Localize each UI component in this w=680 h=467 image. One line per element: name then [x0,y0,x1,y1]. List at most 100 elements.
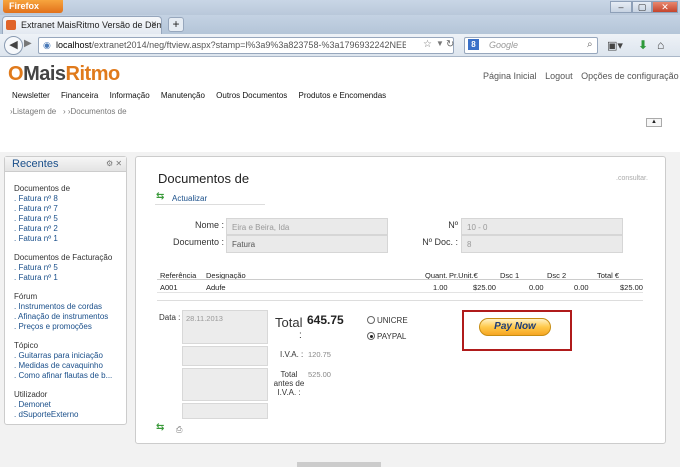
nome-label: Nome : [194,220,224,230]
sidebar-item[interactable]: . Fatura nº 5 [14,214,70,224]
link-home[interactable]: Página Inicial [483,71,537,81]
home-icon[interactable]: ⌂ [657,38,664,52]
divider [157,300,643,301]
reload-icon[interactable]: ↻ [446,39,454,50]
collapse-header-button[interactable]: ▲ [646,118,662,127]
documento-field: Fatura [226,235,388,253]
search-engine-icon[interactable]: 8 [468,39,479,50]
minimize-button[interactable]: – [610,1,632,13]
empty-box [182,403,268,419]
documento-label: Documento : [172,237,224,247]
table-cell-referencia: A001 [160,283,178,292]
sidebar-item[interactable]: . Como afinar flautas de b... [14,371,112,381]
sidebar-group: Utilizador . Demonet . dSuporteExterno [14,390,78,420]
table-cell-dsc1: 0.00 [529,283,544,292]
firefox-menu-button[interactable]: Firefox [3,0,63,13]
site-favicon-icon [6,20,16,30]
table-cell-quant: 1.00 [433,283,448,292]
url-text[interactable]: localhost/extranet2014/neg/ftview.aspx?s… [56,40,406,50]
empty-box [182,368,268,401]
sidebar-group: Documentos de . Fatura nº 8 . Fatura nº … [14,184,70,244]
menu-item-produtos-encomendas[interactable]: Produtos e Encomendas [299,91,387,100]
menu-item-informacao[interactable]: Informação [110,91,150,100]
menu-item-financeira[interactable]: Financeira [61,91,98,100]
data-label: Data : [159,313,181,322]
menu-item-newsletter[interactable]: Newsletter [12,91,50,100]
breadcrumb-arrow-icon: › › [58,107,71,116]
logo[interactable]: OMaisRitmo [8,63,120,86]
breadcrumb: ›Listagem de › ›Documentos de [10,107,127,116]
sidebar-item[interactable]: . Demonet [14,400,78,410]
refresh-icon[interactable]: ⇆ [156,422,164,433]
page-title: Documentos de [158,171,250,186]
sidebar-item[interactable]: . Fatura nº 5 [14,263,112,273]
url-dropdown-icon[interactable]: ▼ [436,39,444,48]
link-logout[interactable]: Logout [545,71,573,81]
table-row-divider [157,292,643,293]
breadcrumb-item[interactable]: Documentos de [71,107,127,116]
sidebar-item[interactable]: . Fatura nº 8 [14,194,70,204]
main-menu: Newsletter Financeira Informação Manuten… [12,91,395,100]
top-links: Página Inicial Logout Opções de configur… [483,71,680,81]
sidebar-group-title: Utilizador [14,390,48,399]
radio-unicre[interactable] [367,316,375,324]
menu-item-outros-documentos[interactable]: Outros Documentos [216,91,287,100]
browser-tab[interactable]: Extranet MaisRitmo Versão de Demonstr... [2,16,162,34]
menu-item-manutencao[interactable]: Manutenção [161,91,205,100]
numdoc-label: Nº Doc. : [422,237,458,247]
table-cell-preco-unit: $25.00 [473,283,496,292]
consult-link[interactable]: .consultar. [616,175,648,182]
close-window-button[interactable]: ✕ [652,1,678,13]
sidebar-item[interactable]: . Instrumentos de cordas [14,302,108,312]
radio-paypal-label[interactable]: PAYPAL [377,332,406,341]
new-tab-button[interactable]: + [168,17,184,32]
pay-now-button[interactable]: Pay Now [479,318,551,336]
table-cell-total: $25.00 [620,283,643,292]
sidebar-group: Tópico . Guitarras para iniciação . Medi… [14,341,112,381]
sidebar-title: Recentes [12,158,59,170]
download-icon[interactable]: ⬇ [638,38,648,52]
search-bar[interactable] [464,37,598,54]
radio-paypal[interactable] [367,332,375,340]
sidebar-item[interactable]: . Fatura nº 7 [14,204,70,214]
bookmarks-icon[interactable]: ▣▾ [607,39,623,52]
divider [155,204,265,205]
refresh-icon[interactable]: ⇆ [156,191,164,202]
link-settings[interactable]: Opções de configuração [581,71,679,81]
bookmark-star-icon[interactable]: ☆ [423,39,432,50]
sidebar-item[interactable]: . Guitarras para iniciação [14,351,112,361]
radio-unicre-label[interactable]: UNICRE [377,316,408,325]
total-antes-iva-value: 525.00 [308,370,331,379]
forward-arrow-icon[interactable]: ▶ [24,38,32,49]
sidebar-item[interactable]: . Fatura nº 1 [14,273,112,283]
data-value: 28.11.2013 [186,314,223,323]
maximize-button[interactable]: ▢ [632,1,652,13]
back-arrow-icon[interactable]: ◀ [4,36,23,55]
tab-title: Extranet MaisRitmo Versão de Demonstr... [21,20,161,30]
sidebar-item[interactable]: . Preços e promoções [14,322,108,332]
empty-box [182,346,268,366]
total-colon: : [299,330,302,341]
sidebar-group-title: Documentos de [14,184,71,193]
footer-bar [297,462,381,467]
sidebar-options-icon[interactable]: ⚙ ✕ [106,159,122,168]
breadcrumb-item[interactable]: Listagem de [13,107,57,116]
refresh-button[interactable]: Actualizar [172,194,207,203]
iva-label: I.V.A. : [280,350,304,359]
table-cell-dsc2: 0.00 [574,283,589,292]
total-label: Total [275,315,303,330]
search-placeholder: Google [489,40,519,50]
tab-close-icon[interactable]: × [151,19,157,30]
sidebar-item[interactable]: . Fatura nº 2 [14,224,70,234]
numdoc-field: 8 [461,235,623,253]
sidebar-item[interactable]: . Afinação de instrumentos [14,312,108,322]
sidebar-group-title: Documentos de Facturação [14,253,113,262]
globe-icon: ◉ [43,40,51,50]
sidebar-item[interactable]: . dSuporteExterno [14,410,78,420]
sidebar-item[interactable]: . Medidas de cavaquinho [14,361,112,371]
table-header-divider [157,279,643,280]
print-icon[interactable]: ⎙ [176,425,182,435]
sidebar-item[interactable]: . Fatura nº 1 [14,234,70,244]
magnifier-icon[interactable]: ⌕ [587,39,593,50]
total-value: 645.75 [307,313,344,327]
